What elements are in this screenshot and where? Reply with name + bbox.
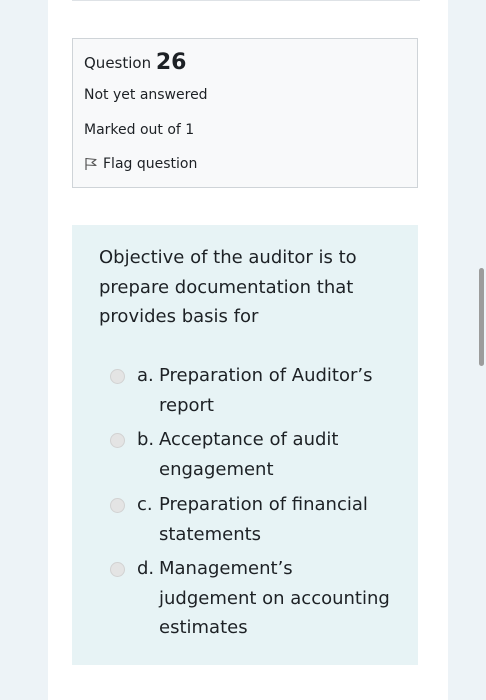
answer-text: Acceptance of audit engagement [159, 429, 339, 480]
flag-question-link[interactable]: Flag question [84, 156, 197, 172]
radio-button-b[interactable] [110, 433, 125, 448]
scrollbar-thumb[interactable] [479, 268, 484, 366]
answer-option-a[interactable]: a. Preparation of Auditor’s report [110, 361, 390, 420]
previous-question-box [72, 0, 420, 1]
question-number-label: Question 26 [84, 50, 187, 75]
answer-text: Preparation of financial statements [159, 494, 368, 545]
question-state: Not yet answered [84, 87, 208, 103]
flag-icon [85, 157, 97, 170]
answer-label-d[interactable]: d. Management’s judgement on accounting … [137, 554, 390, 643]
radio-button-a[interactable] [110, 369, 125, 384]
question-grade: Marked out of 1 [84, 122, 195, 138]
answer-letter: a. [137, 365, 154, 386]
question-word: Question [84, 54, 152, 72]
radio-button-c[interactable] [110, 498, 125, 513]
radio-button-d[interactable] [110, 562, 125, 577]
answer-option-b[interactable]: b. Acceptance of audit engagement [110, 425, 390, 484]
answer-option-c[interactable]: c. Preparation of financial statements [110, 490, 390, 549]
question-number: 26 [155, 50, 187, 75]
question-text: Objective of the auditor is to prepare d… [99, 247, 357, 327]
flag-question-label: Flag question [103, 156, 198, 172]
question-info-box: Question 26 Not yet answered Marked out … [72, 38, 418, 188]
answer-letter: b. [137, 429, 155, 450]
answer-letter: d. [137, 558, 155, 579]
answer-label-b[interactable]: b. Acceptance of audit engagement [137, 425, 390, 484]
answer-label-c[interactable]: c. Preparation of financial statements [137, 490, 390, 549]
question-content: Objective of the auditor is to prepare d… [72, 225, 418, 665]
answer-option-d[interactable]: d. Management’s judgement on accounting … [110, 554, 390, 643]
answer-text: Preparation of Auditor’s report [159, 365, 373, 416]
answer-label-a[interactable]: a. Preparation of Auditor’s report [137, 361, 390, 420]
answer-text: Management’s judgement on accounting est… [159, 558, 390, 638]
answer-letter: c. [137, 494, 153, 515]
